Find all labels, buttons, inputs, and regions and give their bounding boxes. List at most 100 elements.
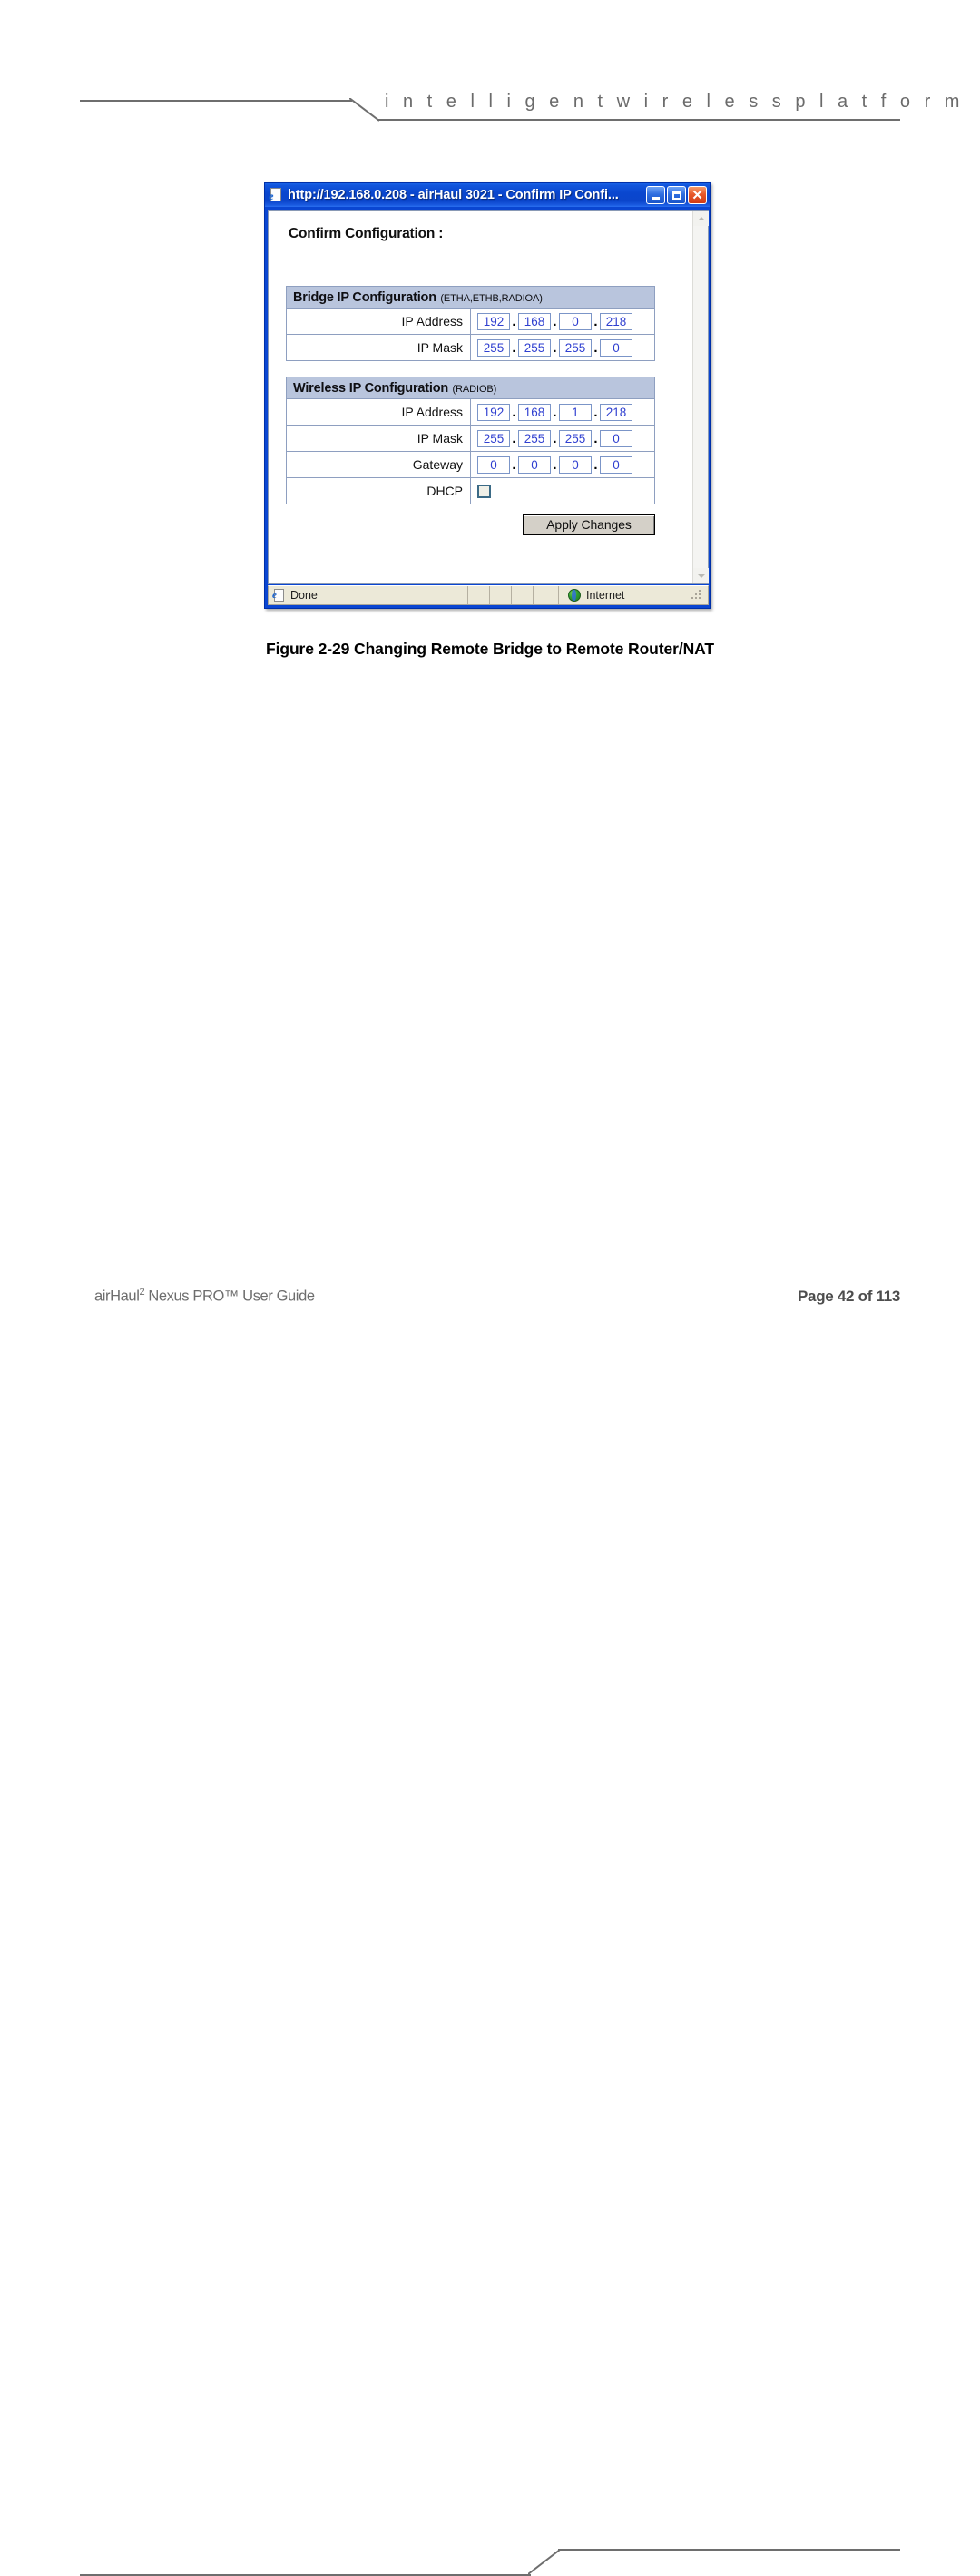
octet-separator: . — [512, 404, 516, 420]
wireless-gateway-label: Gateway — [286, 451, 471, 478]
ip-octet-input[interactable]: 0 — [600, 338, 632, 357]
table-row: IP Address 192. 168. 1. 218 — [286, 398, 655, 426]
browser-window: e http://192.168.0.208 - airHaul 3021 - … — [264, 182, 710, 609]
vertical-scrollbar[interactable] — [692, 211, 709, 583]
status-pane-empty — [512, 586, 534, 604]
header-tagline: i n t e l l i g e n t w i r e l e s s p … — [385, 92, 965, 112]
ip-octet-input[interactable]: 168 — [518, 403, 551, 421]
ip-octet-input[interactable]: 218 — [600, 312, 632, 330]
status-text: Done — [290, 589, 318, 602]
bridge-ip-mask-label: IP Mask — [286, 334, 471, 361]
security-zone-pane[interactable]: Internet — [559, 586, 708, 604]
scroll-up-button[interactable] — [693, 211, 709, 226]
table-row: Gateway 0.0.0.0 — [286, 451, 655, 478]
octet-separator: . — [593, 456, 598, 473]
table-row: IP Mask 255. 255. 255. 0 — [286, 425, 655, 452]
wireless-ip-mask-value: 255. 255. 255. 0 — [470, 425, 655, 452]
wireless-ip-configuration-table: Wireless IP Configuration (RADIOB) IP Ad… — [286, 377, 655, 504]
bridge-section-subtitle: (ETHA,ETHB,RADIOA) — [440, 292, 543, 304]
ip-octet-input[interactable]: 168 — [518, 312, 551, 330]
status-pane: e Done — [269, 586, 446, 604]
globe-icon — [568, 589, 581, 602]
apply-button-container: Apply Changes — [286, 514, 655, 535]
security-zone-text: Internet — [586, 589, 625, 602]
dhcp-label: DHCP — [286, 477, 471, 504]
octet-separator: . — [593, 404, 598, 420]
ip-octet-input[interactable]: 0 — [477, 455, 510, 474]
bridge-section-title: Bridge IP Configuration — [293, 289, 436, 305]
document-title-main: airHaul — [94, 1288, 140, 1305]
octet-separator: . — [553, 339, 557, 356]
bridge-ip-mask-value: 255. 255. 255. 0 — [470, 334, 655, 361]
ip-octet-input[interactable]: 0 — [559, 312, 592, 330]
dhcp-checkbox[interactable] — [477, 484, 491, 498]
minimize-button[interactable] — [646, 186, 665, 204]
maximize-button[interactable] — [667, 186, 686, 204]
table-row: IP Mask 255. 255. 255. 0 — [286, 334, 655, 361]
header-rule-right — [377, 119, 900, 121]
section-header-row: Bridge IP Configuration (ETHA,ETHB,RADIO… — [286, 286, 655, 309]
footer-rule-right — [558, 2549, 900, 2551]
ip-octet-input[interactable]: 0 — [559, 455, 592, 474]
internet-explorer-document-icon: e — [272, 588, 286, 602]
table-row: IP Address 192. 168. 0. 218 — [286, 308, 655, 335]
ip-octet-input[interactable]: 0 — [518, 455, 551, 474]
octet-separator: . — [512, 430, 516, 446]
status-pane-empty — [446, 586, 468, 604]
octet-separator: . — [512, 339, 516, 356]
octet-separator: . — [553, 456, 557, 473]
header-diagonal-rule — [349, 98, 380, 122]
wireless-gateway-value: 0.0.0.0 — [470, 451, 655, 478]
figure-caption: Figure 2-29 Changing Remote Bridge to Re… — [266, 640, 714, 658]
ip-octet-input[interactable]: 0 — [600, 429, 632, 447]
table-row: DHCP — [286, 477, 655, 504]
octet-separator: . — [553, 430, 557, 446]
close-button[interactable]: ✕ — [688, 186, 707, 204]
status-pane-empty — [468, 586, 490, 604]
octet-separator: . — [512, 456, 516, 473]
ip-octet-input[interactable]: 192 — [477, 403, 510, 421]
page-number: Page 42 of 113 — [798, 1288, 900, 1305]
apply-changes-button[interactable]: Apply Changes — [523, 514, 655, 535]
resize-grip[interactable] — [691, 590, 702, 601]
ip-octet-input[interactable]: 255 — [559, 338, 592, 357]
ip-octet-input[interactable]: 0 — [600, 455, 632, 474]
ip-octet-input[interactable]: 255 — [559, 429, 592, 447]
wireless-section-header: Wireless IP Configuration (RADIOB) — [286, 377, 655, 399]
ip-octet-input[interactable]: 218 — [600, 403, 632, 421]
bridge-ip-address-label: IP Address — [286, 308, 471, 335]
header-rule-left — [80, 100, 352, 102]
wireless-ip-mask-label: IP Mask — [286, 425, 471, 452]
scroll-down-button[interactable] — [693, 568, 709, 583]
octet-separator: . — [593, 313, 598, 329]
ip-octet-input[interactable]: 255 — [477, 338, 510, 357]
status-pane-empty — [490, 586, 512, 604]
document-title-footer: airHaul2 Nexus PRO™ User Guide — [94, 1287, 315, 1306]
minimize-icon — [652, 197, 660, 200]
octet-separator: . — [593, 430, 598, 446]
document-title-rest: Nexus PRO™ User Guide — [144, 1288, 315, 1305]
ip-octet-input[interactable]: 1 — [559, 403, 592, 421]
maximize-icon — [671, 191, 681, 200]
status-pane-empty — [534, 586, 559, 604]
octet-separator: . — [553, 404, 557, 420]
page-header: i n t e l l i g e n t w i r e l e s s p … — [0, 0, 980, 136]
browser-statusbar: e Done Internet — [268, 585, 709, 605]
wireless-section-title: Wireless IP Configuration — [293, 380, 449, 396]
dhcp-value — [470, 477, 655, 504]
octet-separator: . — [593, 339, 598, 356]
ip-octet-input[interactable]: 255 — [477, 429, 510, 447]
page-title: Confirm Configuration : — [289, 226, 444, 241]
ip-octet-input[interactable]: 255 — [518, 338, 551, 357]
octet-separator: . — [512, 313, 516, 329]
internet-explorer-document-icon: e — [269, 188, 283, 202]
window-titlebar[interactable]: e http://192.168.0.208 - airHaul 3021 - … — [265, 183, 710, 207]
close-icon: ✕ — [691, 187, 703, 203]
bridge-ip-address-value: 192. 168. 0. 218 — [470, 308, 655, 335]
window-title: http://192.168.0.208 - airHaul 3021 - Co… — [288, 188, 619, 202]
wireless-section-subtitle: (RADIOB) — [452, 383, 497, 395]
ip-octet-input[interactable]: 255 — [518, 429, 551, 447]
chevron-up-icon — [697, 216, 705, 220]
ip-octet-input[interactable]: 192 — [477, 312, 510, 330]
octet-separator: . — [553, 313, 557, 329]
